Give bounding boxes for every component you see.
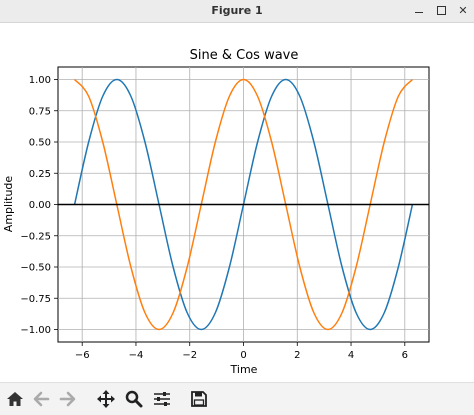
forward-button[interactable] (57, 388, 79, 410)
minimize-button[interactable] (411, 2, 427, 18)
x-axis-label: Time (230, 363, 258, 376)
home-icon (6, 390, 24, 408)
sliders-icon (153, 390, 171, 408)
x-tick-label: −6 (75, 350, 90, 361)
magnifier-icon (125, 390, 143, 408)
x-tick-label: 6 (402, 350, 408, 361)
home-button[interactable] (4, 388, 26, 410)
y-tick-label: −0.75 (20, 294, 51, 305)
y-ticks: 1.00 0.75 0.50 0.25 0.00 −0.25 −0.50 −0.75 −1.00 (20, 75, 58, 336)
y-tick-label: 0.50 (29, 138, 51, 149)
floppy-disk-icon (190, 390, 208, 408)
back-button[interactable] (30, 388, 52, 410)
y-tick-label: 1.00 (29, 75, 51, 86)
close-button[interactable]: ✕ (455, 2, 471, 18)
zoom-button[interactable] (123, 388, 145, 410)
chart-figure: −6 −4 −2 0 2 4 6 1.00 0.75 0.50 0.25 0.00 −0.25 −0.5… (0, 23, 474, 380)
x-tick-label: 4 (348, 350, 354, 361)
move-icon (97, 390, 115, 408)
chart-title: Sine & Cos wave (190, 48, 299, 63)
y-tick-label: 0.25 (29, 169, 51, 180)
close-icon: ✕ (458, 4, 467, 17)
pan-button[interactable] (95, 388, 117, 410)
toolbar (0, 382, 474, 415)
y-tick-label: 0.00 (29, 200, 51, 211)
y-tick-label: −0.50 (20, 263, 51, 274)
y-tick-label: −1.00 (20, 325, 51, 336)
maximize-button[interactable] (433, 2, 449, 18)
x-tick-label: 2 (294, 350, 300, 361)
window-title: Figure 1 (0, 4, 474, 17)
y-axis-label: Amplitude (2, 176, 15, 233)
y-tick-label: 0.75 (29, 106, 51, 117)
y-tick-label: −0.25 (20, 231, 51, 242)
arrow-right-icon (59, 390, 77, 408)
arrow-left-icon (32, 390, 50, 408)
save-button[interactable] (188, 388, 210, 410)
x-tick-label: −2 (182, 350, 197, 361)
x-tick-label: −4 (129, 350, 144, 361)
window-titlebar: Figure 1 ✕ (0, 0, 474, 23)
configure-subplots-button[interactable] (151, 388, 173, 410)
maximize-icon (437, 6, 446, 15)
minimize-icon (415, 12, 423, 13)
x-ticks: −6 −4 −2 0 2 4 6 (75, 342, 408, 361)
x-tick-label: 0 (240, 350, 246, 361)
